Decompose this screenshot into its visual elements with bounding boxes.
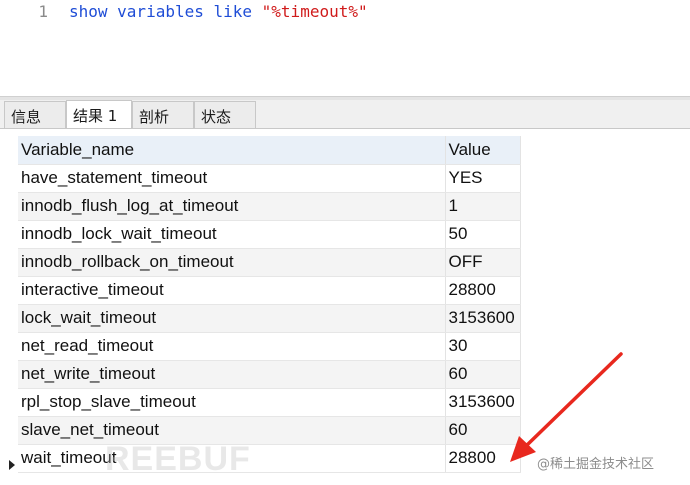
tab-info[interactable]: 信息 xyxy=(4,101,66,128)
cell-variable-name[interactable]: slave_net_timeout xyxy=(18,416,446,445)
cell-value[interactable]: OFF xyxy=(445,248,521,277)
sql-query-line[interactable]: show variables like "%timeout%" xyxy=(69,2,368,21)
table-row[interactable]: rpl_stop_slave_timeout 3153600 xyxy=(18,388,521,417)
tab-status[interactable]: 状态 xyxy=(194,101,256,128)
cell-value[interactable]: 30 xyxy=(445,332,521,361)
table-row[interactable]: innodb_lock_wait_timeout 50 xyxy=(18,220,521,249)
cell-variable-name[interactable]: net_write_timeout xyxy=(18,360,446,389)
column-header-value[interactable]: Value xyxy=(445,136,521,165)
sql-string-literal: "%timeout%" xyxy=(261,2,368,21)
cell-value[interactable]: 28800 xyxy=(445,444,521,473)
table-row[interactable]: slave_net_timeout 60 xyxy=(18,416,521,445)
tab-profile[interactable]: 剖析 xyxy=(132,101,194,128)
cell-variable-name[interactable]: rpl_stop_slave_timeout xyxy=(18,388,446,417)
table-row-selected[interactable]: wait_timeout 28800 xyxy=(18,444,521,473)
cell-value[interactable]: 50 xyxy=(445,220,521,249)
grid-header-row: Variable_name Value xyxy=(18,136,521,165)
line-gutter: 1 xyxy=(0,0,58,96)
cell-variable-name[interactable]: lock_wait_timeout xyxy=(18,304,446,333)
credit-text: @稀土掘金技术社区 xyxy=(537,457,655,472)
cell-value[interactable]: 3153600 xyxy=(445,304,521,333)
cell-variable-name[interactable]: innodb_flush_log_at_timeout xyxy=(18,192,446,221)
table-row[interactable]: lock_wait_timeout 3153600 xyxy=(18,304,521,333)
cell-variable-name[interactable]: wait_timeout xyxy=(18,444,446,473)
cell-variable-name[interactable]: innodb_lock_wait_timeout xyxy=(18,220,446,249)
result-grid-area: Variable_name Value have_statement_timeo… xyxy=(0,129,690,485)
cell-variable-name[interactable]: innodb_rollback_on_timeout xyxy=(18,248,446,277)
table-row[interactable]: innodb_rollback_on_timeout OFF xyxy=(18,248,521,277)
sql-editor[interactable]: 1 show variables like "%timeout%" xyxy=(0,0,690,96)
cell-value[interactable]: 28800 xyxy=(445,276,521,305)
current-row-indicator-icon xyxy=(9,460,15,470)
cell-variable-name[interactable]: net_read_timeout xyxy=(18,332,446,361)
tab-result-1[interactable]: 结果 1 xyxy=(66,100,132,128)
table-row[interactable]: innodb_flush_log_at_timeout 1 xyxy=(18,192,521,221)
cell-value[interactable]: 3153600 xyxy=(445,388,521,417)
cell-variable-name[interactable]: interactive_timeout xyxy=(18,276,446,305)
sql-keywords: show variables like xyxy=(69,2,262,21)
table-row[interactable]: interactive_timeout 28800 xyxy=(18,276,521,305)
table-row[interactable]: have_statement_timeout YES xyxy=(18,164,521,193)
cell-value[interactable]: 60 xyxy=(445,416,521,445)
line-number: 1 xyxy=(38,2,48,21)
table-row[interactable]: net_read_timeout 30 xyxy=(18,332,521,361)
cell-value[interactable]: 1 xyxy=(445,192,521,221)
cell-variable-name[interactable]: have_statement_timeout xyxy=(18,164,446,193)
column-header-variable-name[interactable]: Variable_name xyxy=(18,136,446,165)
result-tabbar: 信息 结果 1 剖析 状态 xyxy=(0,100,690,129)
cell-value[interactable]: YES xyxy=(445,164,521,193)
cell-value[interactable]: 60 xyxy=(445,360,521,389)
result-grid: Variable_name Value have_statement_timeo… xyxy=(18,136,521,473)
table-row[interactable]: net_write_timeout 60 xyxy=(18,360,521,389)
